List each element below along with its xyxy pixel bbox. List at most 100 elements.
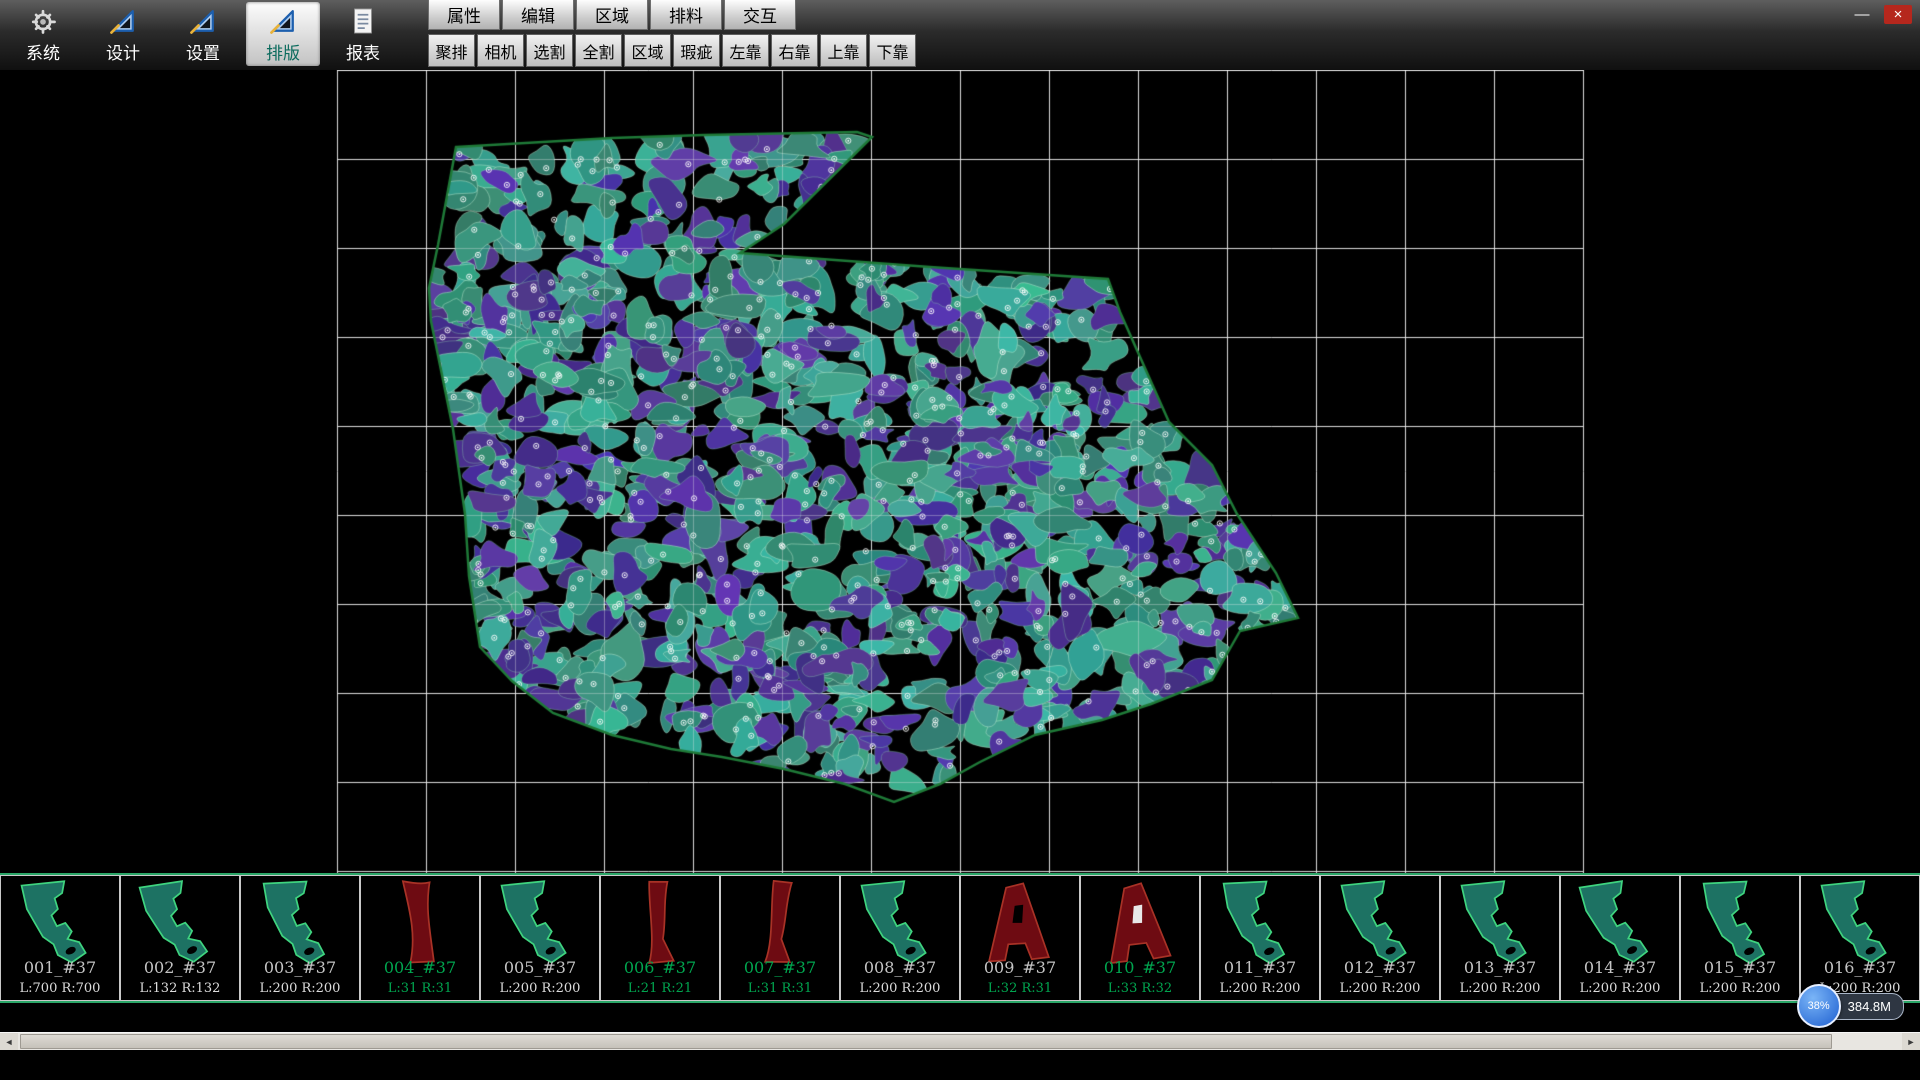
tool-button-8[interactable]: 右靠 [771, 34, 818, 67]
piece-cell-4[interactable]: 004_#37 L:31 R:31 [360, 875, 480, 1001]
piece-name: 001_#37 [1, 958, 119, 977]
close-button[interactable]: × [1884, 5, 1912, 24]
scrollbar-thumb[interactable] [20, 1034, 1832, 1049]
nav-button-2[interactable]: 设计 [86, 2, 160, 66]
tool-button-1[interactable]: 聚排 [428, 34, 475, 67]
status-indicator: 38% 384.8M [1797, 984, 1904, 1028]
piece-lr-label: L:32 R:31 [961, 981, 1079, 996]
piece-lr-label: L:200 R:200 [241, 981, 359, 996]
set-square-icon [187, 5, 219, 37]
nav-button-label: 设计 [106, 39, 140, 64]
menu-tab-5[interactable]: 交互 [724, 0, 796, 30]
nav-button-label: 设置 [186, 39, 220, 64]
piece-lr-label: L:31 R:31 [721, 981, 839, 996]
piece-cell-13[interactable]: 013_#37 L:200 R:200 [1440, 875, 1560, 1001]
piece-thumbnail [1444, 877, 1556, 971]
piece-name: 002_#37 [121, 958, 239, 977]
piece-name: 008_#37 [841, 958, 959, 977]
app-nav: 系统 设计 设置 排版报表 [6, 2, 400, 66]
piece-lr-label: L:31 R:31 [361, 981, 479, 996]
piece-lr-label: L:132 R:132 [121, 981, 239, 996]
piece-cell-5[interactable]: 005_#37 L:200 R:200 [480, 875, 600, 1001]
piece-name: 014_#37 [1561, 958, 1679, 977]
piece-name: 010_#37 [1081, 958, 1199, 977]
piece-thumbnail [844, 877, 956, 971]
piece-name: 016_#37 [1801, 958, 1919, 977]
piece-cell-3[interactable]: 003_#37 L:200 R:200 [240, 875, 360, 1001]
piece-cell-16[interactable]: 016_#37L:200 R:200 [1800, 875, 1920, 1001]
piece-thumbnail [1324, 877, 1436, 971]
piece-name: 012_#37 [1321, 958, 1439, 977]
piece-thumbnail [1804, 877, 1916, 971]
piece-thumbnail [964, 877, 1076, 971]
scroll-right-arrow[interactable]: ► [1902, 1033, 1920, 1050]
nav-button-4[interactable]: 排版 [246, 2, 320, 66]
piece-thumbnail [484, 877, 596, 971]
minimize-button[interactable]: — [1848, 5, 1876, 24]
piece-name: 003_#37 [241, 958, 359, 977]
tool-button-2[interactable]: 相机 [477, 34, 524, 67]
nav-button-5[interactable]: 报表 [326, 2, 400, 66]
piece-thumbnail [1564, 877, 1676, 971]
piece-name: 005_#37 [481, 958, 599, 977]
tool-button-5[interactable]: 区域 [624, 34, 671, 67]
piece-cell-8[interactable]: 008_#37L:200 R:200 [840, 875, 960, 1001]
piece-cell-12[interactable]: 012_#37 L:200 R:200 [1320, 875, 1440, 1001]
piece-name: 007_#37 [721, 958, 839, 977]
nav-button-1[interactable]: 系统 [6, 2, 80, 66]
piece-cell-7[interactable]: 007_#37 L:31 R:31 [720, 875, 840, 1001]
piece-name: 011_#37 [1201, 958, 1319, 977]
scroll-left-arrow[interactable]: ◄ [0, 1033, 18, 1050]
piece-cell-9[interactable]: 009_#37 L:32 R:31 [960, 875, 1080, 1001]
nav-button-label: 报表 [346, 39, 380, 64]
piece-name: 015_#37 [1681, 958, 1799, 977]
piece-cell-11[interactable]: 011_#37 L:200 R:200 [1200, 875, 1320, 1001]
tool-button-9[interactable]: 上靠 [820, 34, 867, 67]
piece-thumbnail [364, 877, 476, 971]
menu-tab-3[interactable]: 区域 [576, 0, 648, 30]
set-square-icon [267, 5, 299, 37]
toolbar: 系统设计设置排版报表 属性编辑区域排料交互 聚排相机选割全割区域瑕疵左靠右靠上靠… [0, 0, 1920, 71]
piece-lr-label: L:200 R:200 [1441, 981, 1559, 996]
gear-icon [27, 5, 59, 37]
piece-cell-1[interactable]: 001_#37 L:700 R:700 [0, 875, 120, 1001]
tool-button-6[interactable]: 瑕疵 [673, 34, 720, 67]
menu-tab-4[interactable]: 排料 [650, 0, 722, 30]
nav-button-label: 系统 [26, 39, 60, 64]
piece-name: 009_#37 [961, 958, 1079, 977]
tool-button-7[interactable]: 左靠 [722, 34, 769, 67]
piece-lr-label: L:200 R:200 [1321, 981, 1439, 996]
piece-lr-label: L:200 R:200 [1681, 981, 1799, 996]
piece-lr-label: L:33 R:32 [1081, 981, 1199, 996]
piece-lr-label: L:200 R:200 [481, 981, 599, 996]
application-window: 系统设计设置排版报表 属性编辑区域排料交互 聚排相机选割全割区域瑕疵左靠右靠上靠… [0, 0, 1920, 1080]
piece-cell-14[interactable]: 014_#37 L:200 R:200 [1560, 875, 1680, 1001]
piece-cell-6[interactable]: 006_#37L:21 R:21 [600, 875, 720, 1001]
piece-lr-label: L:200 R:200 [1561, 981, 1679, 996]
report-icon [347, 5, 379, 37]
piece-lr-label: L:21 R:21 [601, 981, 719, 996]
piece-thumbnail [124, 877, 236, 971]
piece-thumbnail [1204, 877, 1316, 971]
tool-button-3[interactable]: 选割 [526, 34, 573, 67]
window-controls: — × [1848, 5, 1912, 24]
piece-name: 004_#37 [361, 958, 479, 977]
piece-lr-label: L:200 R:200 [1201, 981, 1319, 996]
progress-badge: 38% [1797, 984, 1841, 1028]
nav-button-3[interactable]: 设置 [166, 2, 240, 66]
piece-name: 013_#37 [1441, 958, 1559, 977]
piece-lr-label: L:700 R:700 [1, 981, 119, 996]
horizontal-scrollbar[interactable]: ◄ ► [0, 1032, 1920, 1050]
menu-tabs: 属性编辑区域排料交互 [428, 0, 916, 30]
piece-cell-2[interactable]: 002_#37 L:132 R:132 [120, 875, 240, 1001]
nesting-view [0, 70, 1920, 873]
piece-cell-10[interactable]: 010_#37 L:33 R:32 [1080, 875, 1200, 1001]
tool-button-10[interactable]: 下靠 [869, 34, 916, 67]
nesting-canvas[interactable] [0, 70, 1920, 873]
piece-thumbnail [724, 877, 836, 971]
piece-cell-15[interactable]: 015_#37 L:200 R:200 [1680, 875, 1800, 1001]
tool-button-4[interactable]: 全割 [575, 34, 622, 67]
menu-tab-1[interactable]: 属性 [428, 0, 500, 30]
memory-indicator: 384.8M [1831, 993, 1904, 1020]
menu-tab-2[interactable]: 编辑 [502, 0, 574, 30]
